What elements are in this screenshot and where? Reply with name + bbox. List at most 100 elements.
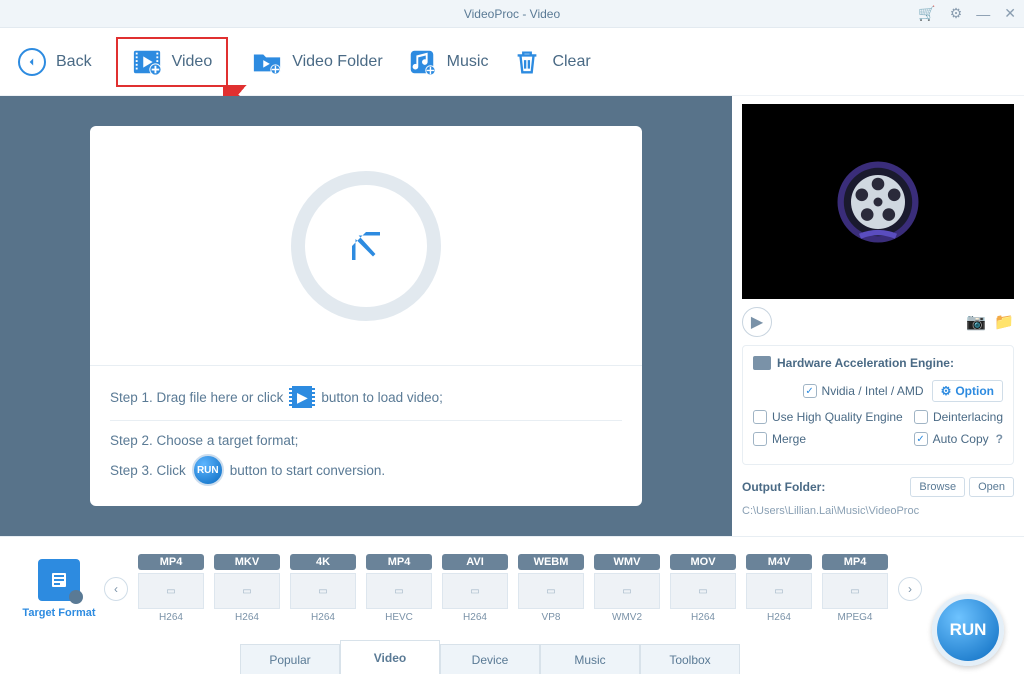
format-badge: MP4 <box>138 554 204 570</box>
format-badge: WMV <box>594 554 660 570</box>
option-button[interactable]: ⚙Option <box>932 380 1003 402</box>
format-item[interactable]: MP4 ▭ H264 <box>138 554 204 623</box>
formats-prev-button[interactable]: ‹ <box>104 577 128 601</box>
output-folder-row: Output Folder: Browse Open <box>742 477 1014 497</box>
formats-next-button[interactable]: › <box>898 577 922 601</box>
format-item[interactable]: M4V ▭ H264 <box>746 554 812 623</box>
video-folder-label: Video Folder <box>292 53 382 71</box>
play-button[interactable]: ▶ <box>742 307 772 337</box>
format-thumb: ▭ <box>442 573 508 609</box>
format-codec: HEVC <box>366 612 432 623</box>
format-item[interactable]: MP4▭MPEG4 <box>822 554 888 623</box>
folder-open-icon[interactable]: 📁 <box>994 312 1014 332</box>
format-item[interactable]: MOV▭H264 <box>670 554 736 623</box>
help-icon[interactable]: ? <box>996 432 1003 446</box>
format-codec: VP8 <box>518 612 584 623</box>
hw-title: Hardware Acceleration Engine: <box>753 356 1003 370</box>
window-controls: 🛒 ⚙ — ✕ <box>918 5 1016 22</box>
formats-row: Target Format ‹ MP4▭H264MKV▭H2644K▭H264M… <box>0 537 1024 640</box>
format-item[interactable]: WMV ▭ WMV2 <box>594 554 660 623</box>
cart-icon[interactable]: 🛒 <box>918 5 935 22</box>
gear-icon: ⚙ <box>941 384 952 398</box>
nvidia-checkbox[interactable]: Nvidia / Intel / AMD <box>803 384 924 398</box>
preview-controls: ▶ 📷 📁 <box>742 307 1014 337</box>
format-badge: WEBM <box>518 554 584 570</box>
video-button[interactable]: Video <box>116 37 229 87</box>
tab-video[interactable]: Video <box>340 640 440 674</box>
video-label: Video <box>172 53 213 71</box>
format-codec: H264 <box>670 612 736 623</box>
tab-music[interactable]: Music <box>540 644 640 674</box>
format-thumb: ▭ <box>366 573 432 609</box>
autocopy-checkbox[interactable]: Auto Copy? <box>914 432 1003 446</box>
format-badge: MP4 <box>366 554 432 570</box>
gear-icon[interactable]: ⚙ <box>950 5 963 22</box>
back-button[interactable]: Back <box>18 48 92 76</box>
step-2: Step 2. Choose a target format; <box>110 420 622 448</box>
bottom-panel: Target Format ‹ MP4▭H264MKV▭H2644K▭H264M… <box>0 536 1024 674</box>
format-item[interactable]: 4K ▭ H264 <box>290 554 356 623</box>
format-item[interactable]: WEBM ▭ VP8 <box>518 554 584 623</box>
clear-label: Clear <box>552 53 590 71</box>
step-1: Step 1. Drag file here or click ▶ button… <box>110 386 622 408</box>
music-button[interactable]: Music <box>407 47 489 77</box>
format-thumb: ▭ <box>290 573 356 609</box>
format-codec: WMV2 <box>594 612 660 623</box>
tabs-row: PopularVideoDeviceMusicToolbox <box>0 640 1024 674</box>
drop-panel: Step 1. Drag file here or click ▶ button… <box>0 96 732 536</box>
steps-area: Step 1. Drag file here or click ▶ button… <box>90 366 642 506</box>
gear-badge-icon <box>69 590 83 604</box>
format-thumb: ▭ <box>138 573 204 609</box>
format-thumb: ▭ <box>518 573 584 609</box>
title-bar: VideoProc - Video 🛒 ⚙ — ✕ <box>0 0 1024 28</box>
tab-toolbox[interactable]: Toolbox <box>640 644 740 674</box>
format-thumb: ▭ <box>594 573 660 609</box>
video-folder-button[interactable]: Video Folder <box>252 47 382 77</box>
format-codec: H264 <box>290 612 356 623</box>
target-format-icon <box>38 559 80 601</box>
folder-icon <box>252 47 282 77</box>
format-badge: 4K <box>290 554 356 570</box>
video-preview <box>742 104 1014 299</box>
format-badge: MKV <box>214 554 280 570</box>
format-thumb: ▭ <box>746 573 812 609</box>
target-format-button[interactable]: Target Format <box>14 559 104 619</box>
hw-accel-panel: Hardware Acceleration Engine: Nvidia / I… <box>742 345 1014 465</box>
format-codec: MPEG4 <box>822 612 888 623</box>
back-arrow-icon <box>18 48 46 76</box>
format-item[interactable]: MKV▭H264 <box>214 554 280 623</box>
logo-icon <box>833 157 923 247</box>
drop-card: Step 1. Drag file here or click ▶ button… <box>90 126 642 506</box>
deinterlacing-checkbox[interactable]: Deinterlacing <box>914 410 1003 424</box>
format-codec: H264 <box>746 612 812 623</box>
back-label: Back <box>56 53 92 71</box>
format-item[interactable]: MP4 ▭ HEVC <box>366 554 432 623</box>
video-icon <box>132 47 162 77</box>
format-codec: H264 <box>442 612 508 623</box>
hq-engine-checkbox[interactable]: Use High Quality Engine <box>753 410 903 424</box>
minimize-icon[interactable]: — <box>976 6 990 22</box>
format-badge: AVI <box>442 554 508 570</box>
format-codec: H264 <box>138 612 204 623</box>
tab-popular[interactable]: Popular <box>240 644 340 674</box>
browse-button[interactable]: Browse <box>910 477 965 497</box>
format-badge: M4V <box>746 554 812 570</box>
drop-zone[interactable] <box>90 126 642 366</box>
drop-circle-icon <box>291 171 441 321</box>
close-icon[interactable]: ✕ <box>1004 5 1016 22</box>
run-button[interactable]: RUN <box>932 594 1004 666</box>
main-area: Step 1. Drag file here or click ▶ button… <box>0 96 1024 536</box>
chip-icon <box>753 356 771 370</box>
tab-device[interactable]: Device <box>440 644 540 674</box>
output-path: C:\Users\Lillian.Lai\Music\VideoProc <box>742 505 1014 517</box>
clear-button[interactable]: Clear <box>512 47 590 77</box>
open-button[interactable]: Open <box>969 477 1014 497</box>
step-3: Step 3. Click RUN button to start conver… <box>110 454 622 486</box>
camera-icon[interactable]: 📷 <box>966 312 986 332</box>
output-label: Output Folder: <box>742 480 825 494</box>
format-codec: H264 <box>214 612 280 623</box>
trash-icon <box>512 47 542 77</box>
merge-checkbox[interactable]: Merge <box>753 432 806 446</box>
music-label: Music <box>447 53 489 71</box>
format-item[interactable]: AVI ▭ H264 <box>442 554 508 623</box>
